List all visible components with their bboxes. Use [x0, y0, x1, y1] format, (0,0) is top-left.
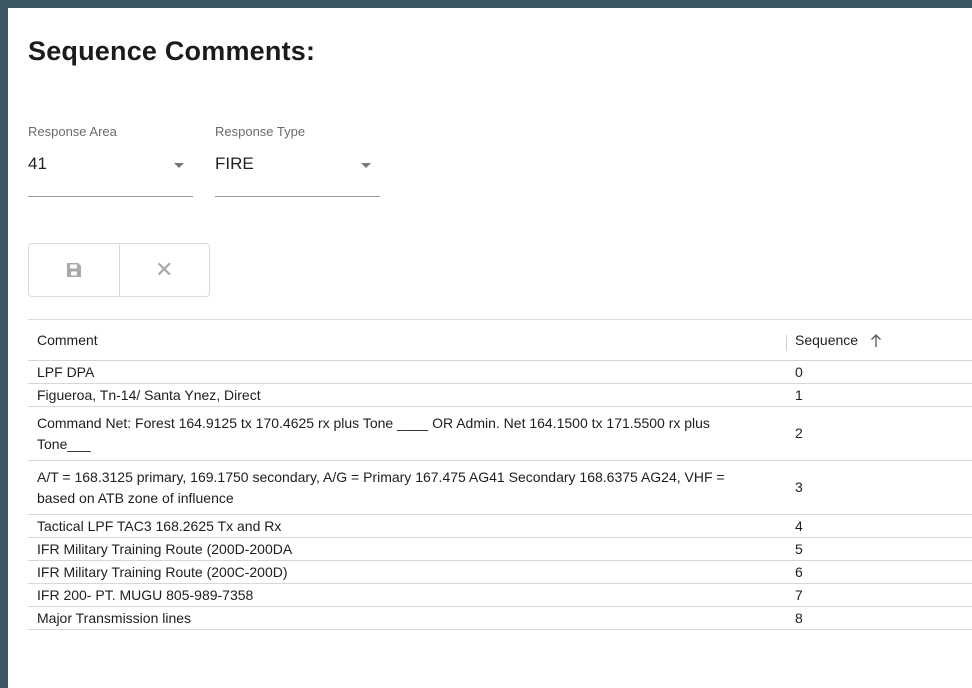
comment-cell: Tactical LPF TAC3 168.2625 Tx and Rx	[37, 517, 282, 534]
table-header: Comment Sequence	[28, 320, 972, 361]
response-area-select[interactable]: Response Area 41	[28, 124, 193, 197]
table-row[interactable]: IFR 200- PT. MUGU 805-989-7358 7	[28, 584, 972, 607]
toolbar: ✕	[28, 243, 210, 297]
response-area-value: 41	[28, 154, 47, 173]
comment-cell: LPF DPA	[37, 363, 95, 380]
response-area-underline	[28, 196, 193, 197]
sort-ascending-icon[interactable]	[870, 334, 882, 348]
sequence-cell: 3	[795, 479, 803, 495]
response-type-label: Response Type	[215, 124, 306, 139]
sequence-cell: 4	[795, 517, 803, 534]
response-area-label: Response Area	[28, 124, 117, 139]
response-type-select[interactable]: Response Type FIRE	[215, 124, 380, 197]
sequence-cell: 8	[795, 609, 803, 626]
column-header-comment-label: Comment	[37, 332, 98, 348]
sequence-cell: 0	[795, 363, 803, 380]
save-icon	[66, 263, 81, 277]
sequence-cell: 6	[795, 563, 803, 580]
comment-cell: Command Net: Forest 164.9125 tx 170.4625…	[37, 414, 710, 452]
column-divider[interactable]	[786, 334, 787, 351]
table-row[interactable]: A/T = 168.3125 primary, 169.1750 seconda…	[28, 461, 972, 515]
sequence-cell: 1	[795, 386, 803, 403]
comments-table: Comment Sequence LPF DPA 0 Figueroa, Tn-…	[28, 319, 972, 630]
comment-cell: IFR Military Training Route (200D-200DA	[37, 540, 293, 557]
column-header-sequence[interactable]: Sequence	[786, 331, 972, 351]
comment-cell: A/T = 168.3125 primary, 169.1750 seconda…	[37, 468, 725, 506]
table-row[interactable]: Command Net: Forest 164.9125 tx 170.4625…	[28, 407, 972, 461]
chevron-down-icon[interactable]	[174, 163, 184, 168]
page-title: Sequence Comments:	[28, 36, 316, 66]
response-type-underline	[215, 196, 380, 197]
cancel-button[interactable]: ✕	[118, 244, 210, 296]
comment-cell: Major Transmission lines	[37, 609, 192, 626]
table-row[interactable]: IFR Military Training Route (200D-200DA …	[28, 538, 972, 561]
table-row[interactable]: Tactical LPF TAC3 168.2625 Tx and Rx 4	[28, 515, 972, 538]
save-button[interactable]	[29, 244, 119, 296]
sequence-comments-panel: Sequence Comments: Response Area 41 Resp…	[8, 8, 972, 688]
response-type-value: FIRE	[215, 154, 254, 173]
column-header-sequence-label: Sequence	[795, 331, 859, 348]
sequence-cell: 2	[795, 425, 803, 441]
sequence-cell: 7	[795, 586, 803, 603]
comment-cell: IFR 200- PT. MUGU 805-989-7358	[37, 586, 254, 603]
table-row[interactable]: Major Transmission lines 8	[28, 607, 972, 630]
table-row[interactable]: IFR Military Training Route (200C-200D) …	[28, 561, 972, 584]
table-row[interactable]: LPF DPA 0	[28, 361, 972, 384]
close-icon: ✕	[155, 257, 174, 282]
comment-cell: Figueroa, Tn-14/ Santa Ynez, Direct	[37, 386, 261, 403]
comment-cell: IFR Military Training Route (200C-200D)	[37, 563, 288, 580]
column-header-comment[interactable]: Comment	[28, 332, 786, 348]
table-row[interactable]: Figueroa, Tn-14/ Santa Ynez, Direct 1	[28, 384, 972, 407]
sequence-cell: 5	[795, 540, 803, 557]
chevron-down-icon[interactable]	[361, 163, 371, 168]
